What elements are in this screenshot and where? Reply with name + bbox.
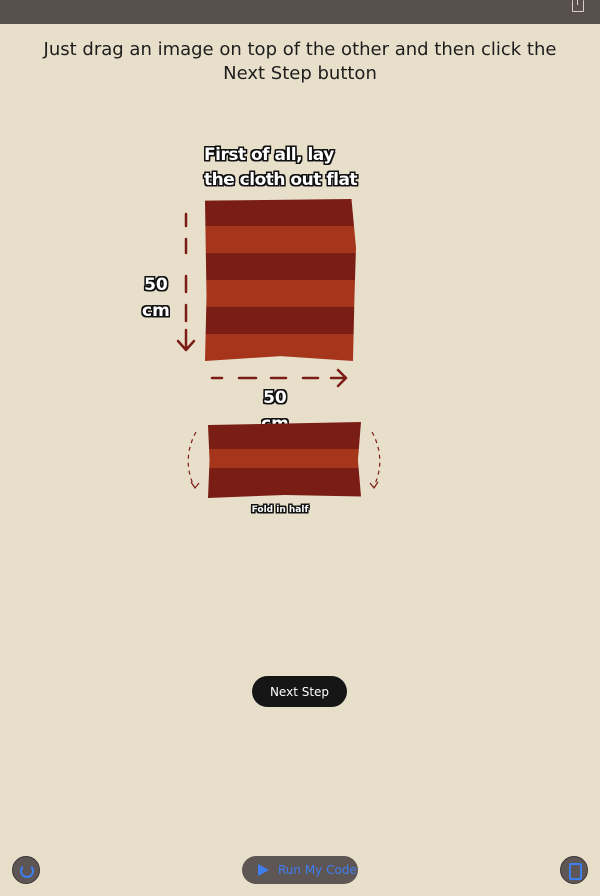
fold-caption: Fold in half <box>0 505 560 515</box>
timer-icon[interactable] <box>12 856 40 884</box>
next-step-button[interactable]: Next Step <box>252 676 347 707</box>
fold-caption-text: Fold in half <box>251 505 309 515</box>
run-my-code-button[interactable]: Run My Code <box>242 856 358 884</box>
width-value: 50 <box>263 388 287 408</box>
folded-cloth-image[interactable] <box>208 422 361 498</box>
width-unit: cm <box>261 414 289 425</box>
run-my-code-label: Run My Code <box>278 863 357 877</box>
document-icon[interactable] <box>560 856 588 884</box>
fold-arrow-left <box>187 431 200 490</box>
height-unit: cm <box>142 301 170 321</box>
vertical-arrow <box>176 212 196 352</box>
height-value: 50 <box>144 275 168 295</box>
fold-arrow-right <box>369 431 381 490</box>
height-label: 50 cm <box>142 272 170 324</box>
width-label: 50 cm <box>261 385 289 425</box>
horizontal-arrow <box>210 368 348 388</box>
play-icon <box>258 864 269 876</box>
